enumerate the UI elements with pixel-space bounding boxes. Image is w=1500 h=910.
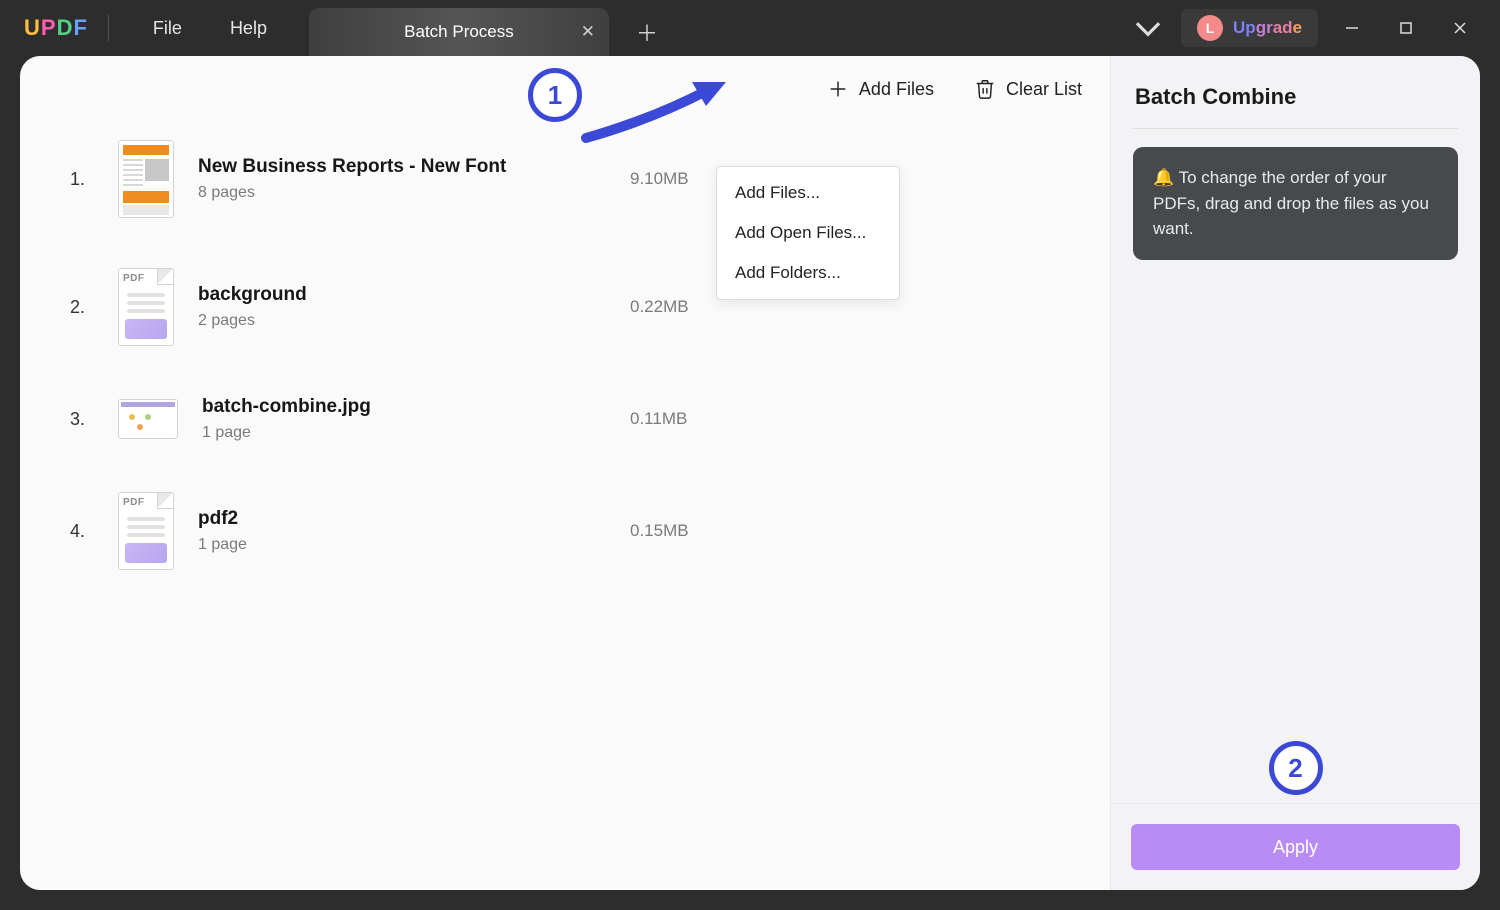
plus-icon [827, 78, 849, 100]
window-minimize-button[interactable] [1332, 8, 1372, 48]
row-index: 3. [70, 409, 94, 430]
logo-letter: F [73, 15, 87, 40]
annotation-arrow-icon [578, 76, 728, 146]
add-files-button[interactable]: Add Files [827, 78, 934, 100]
logo-letter: D [57, 15, 74, 40]
chevron-down-icon[interactable] [1129, 9, 1167, 47]
file-name: New Business Reports - New Font [198, 156, 506, 178]
divider [108, 15, 109, 41]
file-name: background [198, 284, 307, 306]
annotation-step-1: 1 [528, 68, 582, 122]
file-name: batch-combine.jpg [202, 396, 371, 418]
list-item[interactable]: 3. batch-combine.jpg 1 page 0.11MB [70, 396, 1090, 442]
trash-icon [974, 78, 996, 100]
logo-letter: U [24, 15, 41, 40]
titlebar: UPDF File Help Batch Process ✕ ＋ L Upgra… [0, 0, 1500, 56]
file-meta: New Business Reports - New Font 8 pages [198, 156, 506, 202]
list-item[interactable]: 1. New Business Reports - New Font 8 pag… [70, 140, 1090, 218]
file-meta: batch-combine.jpg 1 page [202, 396, 371, 442]
file-meta: pdf2 1 page [198, 508, 247, 554]
file-size: 0.11MB [630, 409, 687, 429]
dropdown-add-open-files[interactable]: Add Open Files... [717, 213, 899, 253]
divider [1133, 128, 1458, 129]
menu-file[interactable]: File [129, 12, 206, 45]
file-size: 0.22MB [630, 297, 689, 317]
upgrade-button[interactable]: L Upgrade [1181, 9, 1318, 47]
add-files-label: Add Files [859, 79, 934, 100]
row-index: 4. [70, 521, 94, 542]
file-pages: 8 pages [198, 184, 506, 202]
tab-title: Batch Process [404, 22, 514, 42]
apply-wrap: Apply [1111, 803, 1480, 890]
window-close-button[interactable] [1440, 8, 1480, 48]
tip-box: 🔔 To change the order of your PDFs, drag… [1133, 147, 1458, 260]
sidebar: Batch Combine 🔔 To change the order of y… [1110, 56, 1480, 890]
app-logo: UPDF [24, 15, 88, 41]
tabbar: Batch Process ✕ ＋ [309, 0, 671, 56]
file-pages: 2 pages [198, 312, 307, 330]
window-maximize-button[interactable] [1386, 8, 1426, 48]
clear-list-button[interactable]: Clear List [974, 78, 1082, 100]
list-item[interactable]: 2. PDF background 2 pages 0.22MB [70, 268, 1090, 346]
sidebar-title: Batch Combine [1111, 56, 1480, 128]
row-index: 2. [70, 297, 94, 318]
upgrade-label: Upgrade [1233, 18, 1302, 38]
tab-batch-process[interactable]: Batch Process ✕ [309, 8, 609, 56]
file-thumbnail [118, 399, 178, 439]
file-pages: 1 page [202, 424, 371, 442]
file-thumbnail: PDF [118, 492, 174, 570]
list-item[interactable]: 4. PDF pdf2 1 page 0.15MB [70, 492, 1090, 570]
content-panel: Add Files Clear List Add Files... Add Op… [20, 56, 1110, 890]
tip-text: 🔔 To change the order of your PDFs, drag… [1153, 168, 1429, 238]
dropdown-add-files[interactable]: Add Files... [717, 173, 899, 213]
file-list: 1. New Business Reports - New Font 8 pag… [20, 112, 1110, 640]
file-name: pdf2 [198, 508, 247, 530]
logo-letter: P [41, 15, 57, 40]
dropdown-add-folders[interactable]: Add Folders... [717, 253, 899, 293]
tab-add-button[interactable]: ＋ [623, 8, 671, 56]
file-thumbnail [118, 140, 174, 218]
row-index: 1. [70, 169, 94, 190]
annotation-step-2: 2 [1269, 741, 1323, 795]
close-icon[interactable]: ✕ [581, 22, 595, 42]
file-size: 0.15MB [630, 521, 689, 541]
titlebar-right: L Upgrade [1129, 0, 1500, 56]
apply-button[interactable]: Apply [1131, 824, 1460, 870]
avatar: L [1197, 15, 1223, 41]
file-size: 9.10MB [630, 169, 689, 189]
menu-help[interactable]: Help [206, 12, 291, 45]
file-pages: 1 page [198, 536, 247, 554]
add-files-dropdown: Add Files... Add Open Files... Add Folde… [716, 166, 900, 300]
clear-list-label: Clear List [1006, 79, 1082, 100]
workspace: Add Files Clear List Add Files... Add Op… [20, 56, 1480, 890]
file-meta: background 2 pages [198, 284, 307, 330]
file-thumbnail: PDF [118, 268, 174, 346]
